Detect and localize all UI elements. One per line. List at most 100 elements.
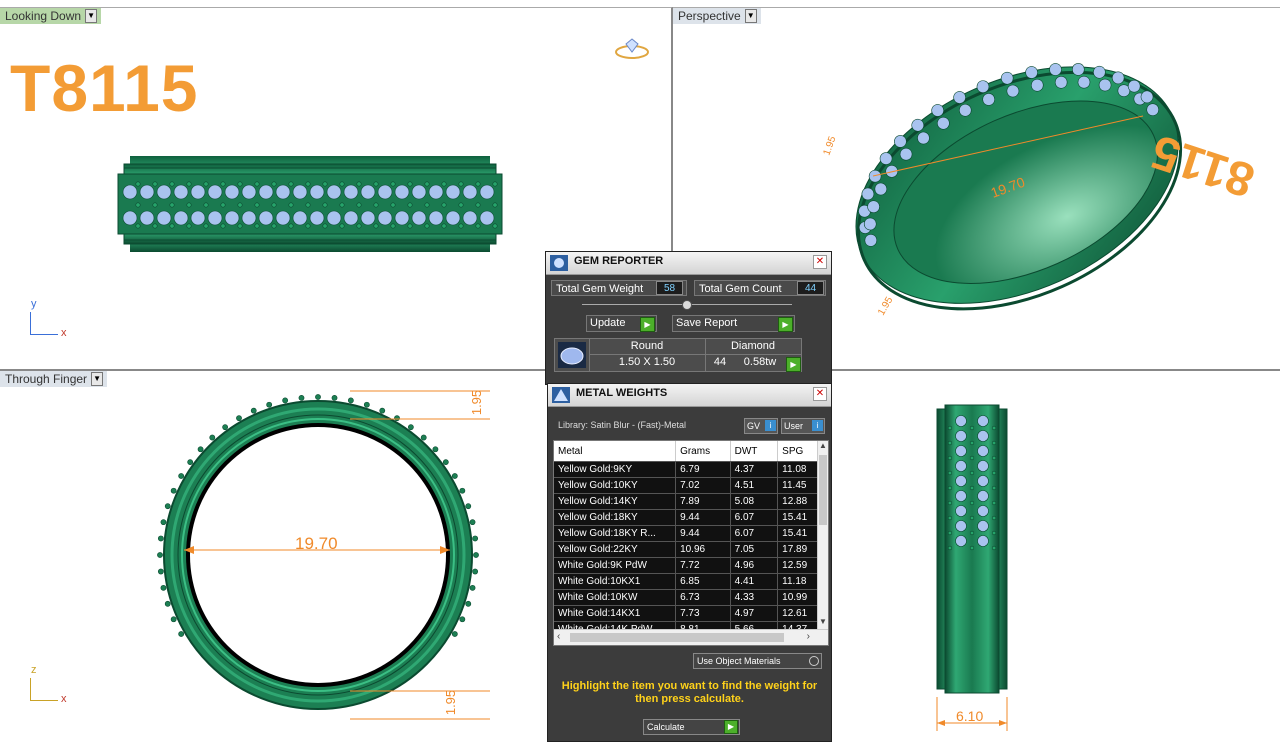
prong (271, 181, 277, 187)
chevron-down-icon[interactable]: ▼ (91, 372, 104, 386)
update-button[interactable]: Update ▶ (586, 315, 657, 332)
close-icon[interactable]: ✕ (813, 255, 827, 269)
gem-stone (275, 210, 291, 226)
gem-stone (224, 184, 240, 200)
prong (947, 500, 953, 506)
chevron-down-icon[interactable]: ▼ (818, 617, 828, 629)
table-row[interactable]: Yellow Gold:18KY 9.44 6.07 15.41 (554, 509, 818, 526)
table-row[interactable]: Yellow Gold:14KY 7.89 5.08 12.88 (554, 493, 818, 510)
close-icon[interactable]: ✕ (813, 387, 827, 401)
prong (178, 473, 185, 479)
prong (969, 485, 975, 491)
chevron-left-icon[interactable]: ‹ (557, 631, 560, 642)
user-toggle[interactable]: User i (781, 418, 825, 434)
viewport-label[interactable]: Through Finger ▼ (0, 371, 108, 387)
table-cell: 12.59 (777, 557, 818, 574)
prong (271, 202, 277, 208)
info-icon: i (765, 420, 776, 431)
prong (363, 401, 370, 408)
prong (135, 181, 141, 187)
prong (469, 519, 476, 526)
table-row[interactable]: White Gold:10KX1 6.85 4.41 11.18 (554, 573, 818, 590)
scrollbar-thumb[interactable] (570, 633, 784, 642)
table-row[interactable]: White Gold:10KW 6.73 4.33 10.99 (554, 589, 818, 606)
table-cell: 17.89 (777, 541, 818, 558)
prong (170, 487, 177, 494)
table-row[interactable]: White Gold:14KX1 7.73 4.97 12.61 (554, 605, 818, 622)
gem-size: 1.50 X 1.50 (618, 356, 676, 368)
metal-weights-titlebar[interactable]: METAL WEIGHTS ✕ (548, 384, 831, 407)
prong (197, 446, 204, 453)
gem-stone (955, 415, 967, 427)
column-header[interactable]: Grams (675, 441, 731, 462)
gem-slider[interactable] (582, 300, 792, 310)
dimension-label: 1.95 (443, 689, 459, 716)
prong (424, 181, 430, 187)
vertical-scrollbar[interactable]: ▲ ▼ (817, 441, 828, 629)
prong (282, 397, 289, 404)
prong (305, 181, 311, 187)
calculate-button[interactable]: Calculate ▶ (643, 719, 740, 735)
gem-reporter-titlebar[interactable]: GEM REPORTER ✕ (546, 252, 831, 275)
table-cell: 7.72 (675, 557, 731, 574)
prong (254, 202, 260, 208)
viewport-label[interactable]: Perspective ▼ (673, 8, 761, 24)
gem-stone (343, 210, 359, 226)
prong (475, 223, 481, 229)
prong (169, 181, 175, 187)
prong (969, 455, 975, 461)
table-cell: 14.37 (777, 621, 818, 629)
ring-front-view (157, 390, 490, 720)
gv-toggle[interactable]: GV i (744, 418, 778, 434)
prong (250, 407, 257, 414)
prong (969, 545, 975, 551)
radio-icon[interactable] (809, 656, 819, 666)
gem-stone (207, 210, 223, 226)
prong (187, 459, 194, 466)
table-row[interactable]: Yellow Gold:22KY 10.96 7.05 17.89 (554, 541, 818, 558)
table-row[interactable]: Yellow Gold:10KY 7.02 4.51 11.45 (554, 477, 818, 494)
gem-stone (190, 184, 206, 200)
gem-stone (258, 184, 274, 200)
prong (237, 202, 243, 208)
column-header[interactable]: SPG (777, 441, 818, 462)
horizontal-scrollbar[interactable]: ‹ › (554, 629, 828, 645)
table-row[interactable]: White Gold:14K PdW8.815.6614.37 (554, 621, 818, 629)
play-icon[interactable]: ▶ (786, 357, 801, 372)
metal-table-container[interactable]: Metal Grams DWT SPG Yellow Gold:9KY 6.79 4… (553, 440, 829, 646)
prong (390, 202, 396, 208)
column-header[interactable]: Metal (554, 441, 677, 462)
table-cell: 6.07 (730, 509, 779, 526)
table-row[interactable]: Yellow Gold:18KY R... 9.44 6.07 15.41 (554, 525, 818, 542)
prong (969, 440, 975, 446)
prong (492, 202, 498, 208)
chevron-right-icon[interactable]: › (807, 631, 810, 642)
use-object-materials-field[interactable]: Use Object Materials (693, 653, 822, 669)
axis-indicator: y x (28, 298, 78, 339)
gem-stone (326, 184, 342, 200)
table-row[interactable]: White Gold:9K PdW 7.72 4.96 12.59 (554, 557, 818, 574)
gem-stone (462, 184, 478, 200)
gem-row[interactable]: Round 1.50 X 1.50 Diamond 44 0.58tw (554, 338, 802, 372)
prong (390, 181, 396, 187)
table-cell: 4.51 (730, 477, 779, 494)
axis-label-y: y (31, 298, 37, 310)
table-row[interactable]: Yellow Gold:9KY 6.79 4.37 11.08 (554, 461, 818, 478)
prong (947, 485, 953, 491)
scrollbar-thumb[interactable] (819, 455, 827, 525)
gem-stone (955, 520, 967, 532)
play-icon: ▶ (778, 317, 793, 332)
chevron-up-icon[interactable]: ▲ (818, 441, 828, 453)
gem-stone (955, 475, 967, 487)
column-header[interactable]: DWT (730, 441, 779, 462)
table-cell: 9.44 (675, 509, 731, 526)
prong (969, 530, 975, 536)
viewport-label[interactable]: Looking Down ▼ (0, 8, 102, 24)
gem-stone (977, 445, 989, 457)
chevron-down-icon[interactable]: ▼ (744, 9, 757, 23)
prong (169, 202, 175, 208)
chevron-down-icon[interactable]: ▼ (85, 9, 98, 23)
gem-slider-handle[interactable] (682, 300, 692, 310)
gem-stone (955, 430, 967, 442)
save-report-button[interactable]: Save Report ▶ (672, 315, 795, 332)
